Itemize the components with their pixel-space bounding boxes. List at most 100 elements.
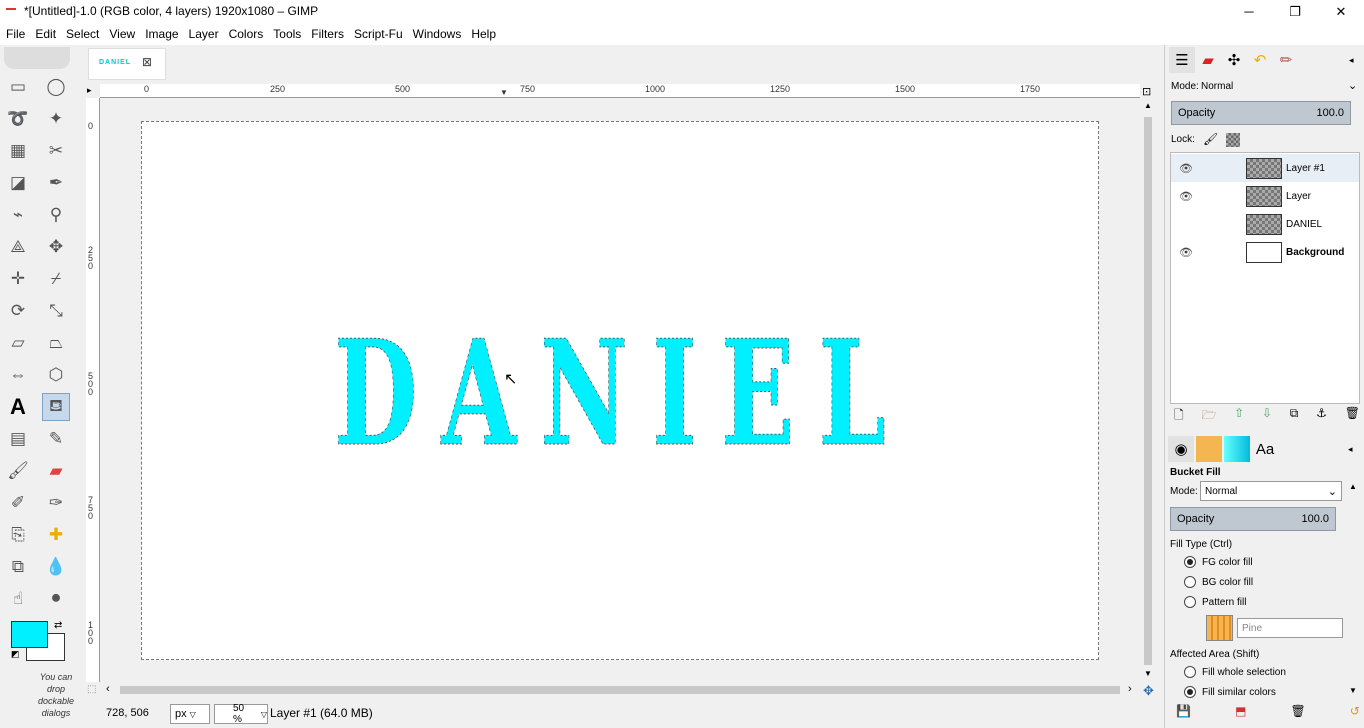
fonts-tab-icon[interactable]: Aa	[1252, 436, 1278, 462]
move-icon[interactable]: ✥	[42, 233, 70, 261]
quick-mask-icon[interactable]: ⬚	[87, 684, 96, 695]
shear-icon[interactable]: ▱	[4, 329, 32, 357]
align-icon[interactable]: ✛	[4, 265, 32, 293]
ink-icon[interactable]: ✑	[42, 489, 70, 517]
save-options-icon[interactable]: 💾	[1176, 704, 1191, 718]
dodge-burn-icon[interactable]: ⚫	[42, 585, 70, 613]
perspective-icon[interactable]: ⏢	[42, 329, 70, 357]
swap-colors-icon[interactable]: ⇄	[54, 620, 62, 631]
menu-select[interactable]: Select	[66, 27, 99, 41]
layers-tab-icon[interactable]: ☰	[1169, 47, 1195, 73]
fuzzy-select-icon[interactable]: ✦	[42, 105, 70, 133]
brushes-tab-icon[interactable]: ✏	[1273, 47, 1299, 73]
color-picker-icon[interactable]: ⌁	[4, 201, 32, 229]
pencil-icon[interactable]: ✎	[42, 425, 70, 453]
vertical-scrollbar[interactable]: ▲ ▼	[1141, 99, 1155, 682]
pattern-fill-radio[interactable]: Pattern fill	[1184, 596, 1246, 608]
zoom-icon[interactable]: ⚲	[42, 201, 70, 229]
horizontal-scrollbar[interactable]: ‹ ›	[104, 683, 1136, 697]
lock-alpha-icon[interactable]	[1226, 133, 1240, 147]
dock-menu-icon[interactable]: ◂	[1348, 444, 1353, 455]
unit-select[interactable]: px ▽	[170, 704, 210, 724]
tool-options-tab-icon[interactable]: ◉	[1168, 436, 1194, 462]
eraser-icon[interactable]: ▰	[42, 457, 70, 485]
close-tab-icon[interactable]: ⊠	[142, 55, 152, 69]
navigate-icon[interactable]: ✥	[1143, 683, 1154, 699]
layers-opacity-slider[interactable]: Opacity 100.0	[1171, 101, 1351, 125]
undo-history-tab-icon[interactable]: ↶	[1247, 47, 1273, 73]
close-window-button[interactable]: ✕	[1318, 0, 1364, 23]
new-layer-group-icon[interactable]: 🗁	[1201, 406, 1216, 427]
scroll-up-icon[interactable]: ▲	[1349, 482, 1357, 491]
horizontal-scroll-thumb[interactable]	[120, 686, 1120, 694]
fill-similar-colors-radio[interactable]: Fill similar colors	[1184, 686, 1276, 698]
menu-help[interactable]: Help	[471, 27, 496, 41]
layer-name[interactable]: Layer	[1286, 191, 1311, 202]
foreground-select-icon[interactable]: ◪	[4, 169, 32, 197]
fg-color-fill-radio[interactable]: FG color fill	[1184, 556, 1253, 568]
blur-icon[interactable]: 💧	[42, 553, 70, 581]
gradient-icon[interactable]: ▤	[4, 425, 32, 453]
clone-icon[interactable]: ⎘	[4, 521, 32, 549]
scissors-icon[interactable]: ✂	[42, 137, 70, 165]
rotate-icon[interactable]: ⟳	[4, 297, 32, 325]
bucket-fill-icon[interactable]: ⛾	[42, 393, 70, 421]
free-select-icon[interactable]: ➰	[4, 105, 32, 133]
raise-layer-icon[interactable]: ⇧	[1234, 406, 1244, 427]
layer-row[interactable]: 👁 Layer	[1171, 182, 1359, 210]
layer-name[interactable]: DANIEL	[1286, 219, 1322, 230]
airbrush-icon[interactable]: ✐	[4, 489, 32, 517]
visibility-eye-icon[interactable]: 👁	[1171, 162, 1201, 175]
paths-tab-icon[interactable]: ✣	[1221, 47, 1247, 73]
crop-icon[interactable]: ⌿	[42, 265, 70, 293]
visibility-eye-icon[interactable]: 👁	[1171, 246, 1201, 259]
image-tab[interactable]: DANIEL ⊠	[88, 48, 166, 80]
visibility-eye-icon[interactable]: 👁	[1171, 190, 1201, 203]
maximize-button[interactable]: ❐	[1272, 0, 1318, 23]
ellipse-select-icon[interactable]: ◯	[42, 73, 70, 101]
select-by-color-icon[interactable]: ▦	[4, 137, 32, 165]
scroll-right-icon[interactable]: ›	[1128, 683, 1132, 695]
layer-row[interactable]: 👁 Layer #1	[1171, 154, 1359, 182]
text-icon[interactable]: A	[4, 393, 32, 421]
pattern-preview[interactable]	[1206, 615, 1233, 641]
duplicate-layer-icon[interactable]: ⧉	[1290, 406, 1299, 427]
scroll-down-icon[interactable]: ▼	[1144, 669, 1152, 678]
image-canvas[interactable]: DANIEL	[141, 121, 1099, 660]
menu-script-fu[interactable]: Script-Fu	[354, 27, 403, 41]
menu-windows[interactable]: Windows	[413, 27, 462, 41]
foreground-color-swatch[interactable]	[11, 621, 48, 648]
menu-colors[interactable]: Colors	[229, 27, 264, 41]
menu-view[interactable]: View	[109, 27, 135, 41]
lock-pixels-icon[interactable]: 🖌	[1203, 132, 1218, 146]
fill-mode-select[interactable]: Normal ⌄	[1200, 481, 1342, 501]
layer-name[interactable]: Layer #1	[1286, 163, 1325, 174]
dock-menu-icon[interactable]: ◂	[1349, 55, 1354, 66]
paintbrush-icon[interactable]: 🖌	[4, 457, 32, 485]
menu-layer[interactable]: Layer	[189, 27, 219, 41]
smudge-icon[interactable]: ☝	[4, 585, 32, 613]
channels-tab-icon[interactable]: ▰	[1195, 47, 1221, 73]
reset-options-icon[interactable]: ↺	[1350, 704, 1360, 718]
bg-color-fill-radio[interactable]: BG color fill	[1184, 576, 1253, 588]
tool-options-scrollbar[interactable]: ▲ ▼	[1349, 482, 1361, 698]
menu-image[interactable]: Image	[145, 27, 178, 41]
patterns-tab-icon[interactable]	[1196, 436, 1222, 462]
menu-edit[interactable]: Edit	[35, 27, 56, 41]
layer-name[interactable]: Background	[1286, 247, 1344, 258]
new-layer-icon[interactable]: 🗋	[1174, 406, 1184, 427]
fill-whole-selection-radio[interactable]: Fill whole selection	[1184, 666, 1286, 678]
menu-filters[interactable]: Filters	[311, 27, 344, 41]
layers-mode-value[interactable]: Normal	[1201, 81, 1233, 92]
heal-icon[interactable]: ✚	[42, 521, 70, 549]
scroll-up-icon[interactable]: ▲	[1144, 101, 1152, 110]
perspective-clone-icon[interactable]: ⧉	[4, 553, 32, 581]
gradients-tab-icon[interactable]	[1224, 436, 1250, 462]
anchor-layer-icon[interactable]: ⚓	[1316, 406, 1327, 427]
restore-options-icon[interactable]: ⬒	[1235, 704, 1246, 718]
minimize-button[interactable]: ─	[1226, 0, 1272, 23]
scale-icon[interactable]: ⤡	[42, 297, 70, 325]
quick-mask-menu-icon[interactable]: ▸	[87, 85, 92, 96]
zoom-select[interactable]: 50 % ▽	[214, 703, 268, 725]
measure-icon[interactable]: ⟁	[4, 233, 32, 261]
